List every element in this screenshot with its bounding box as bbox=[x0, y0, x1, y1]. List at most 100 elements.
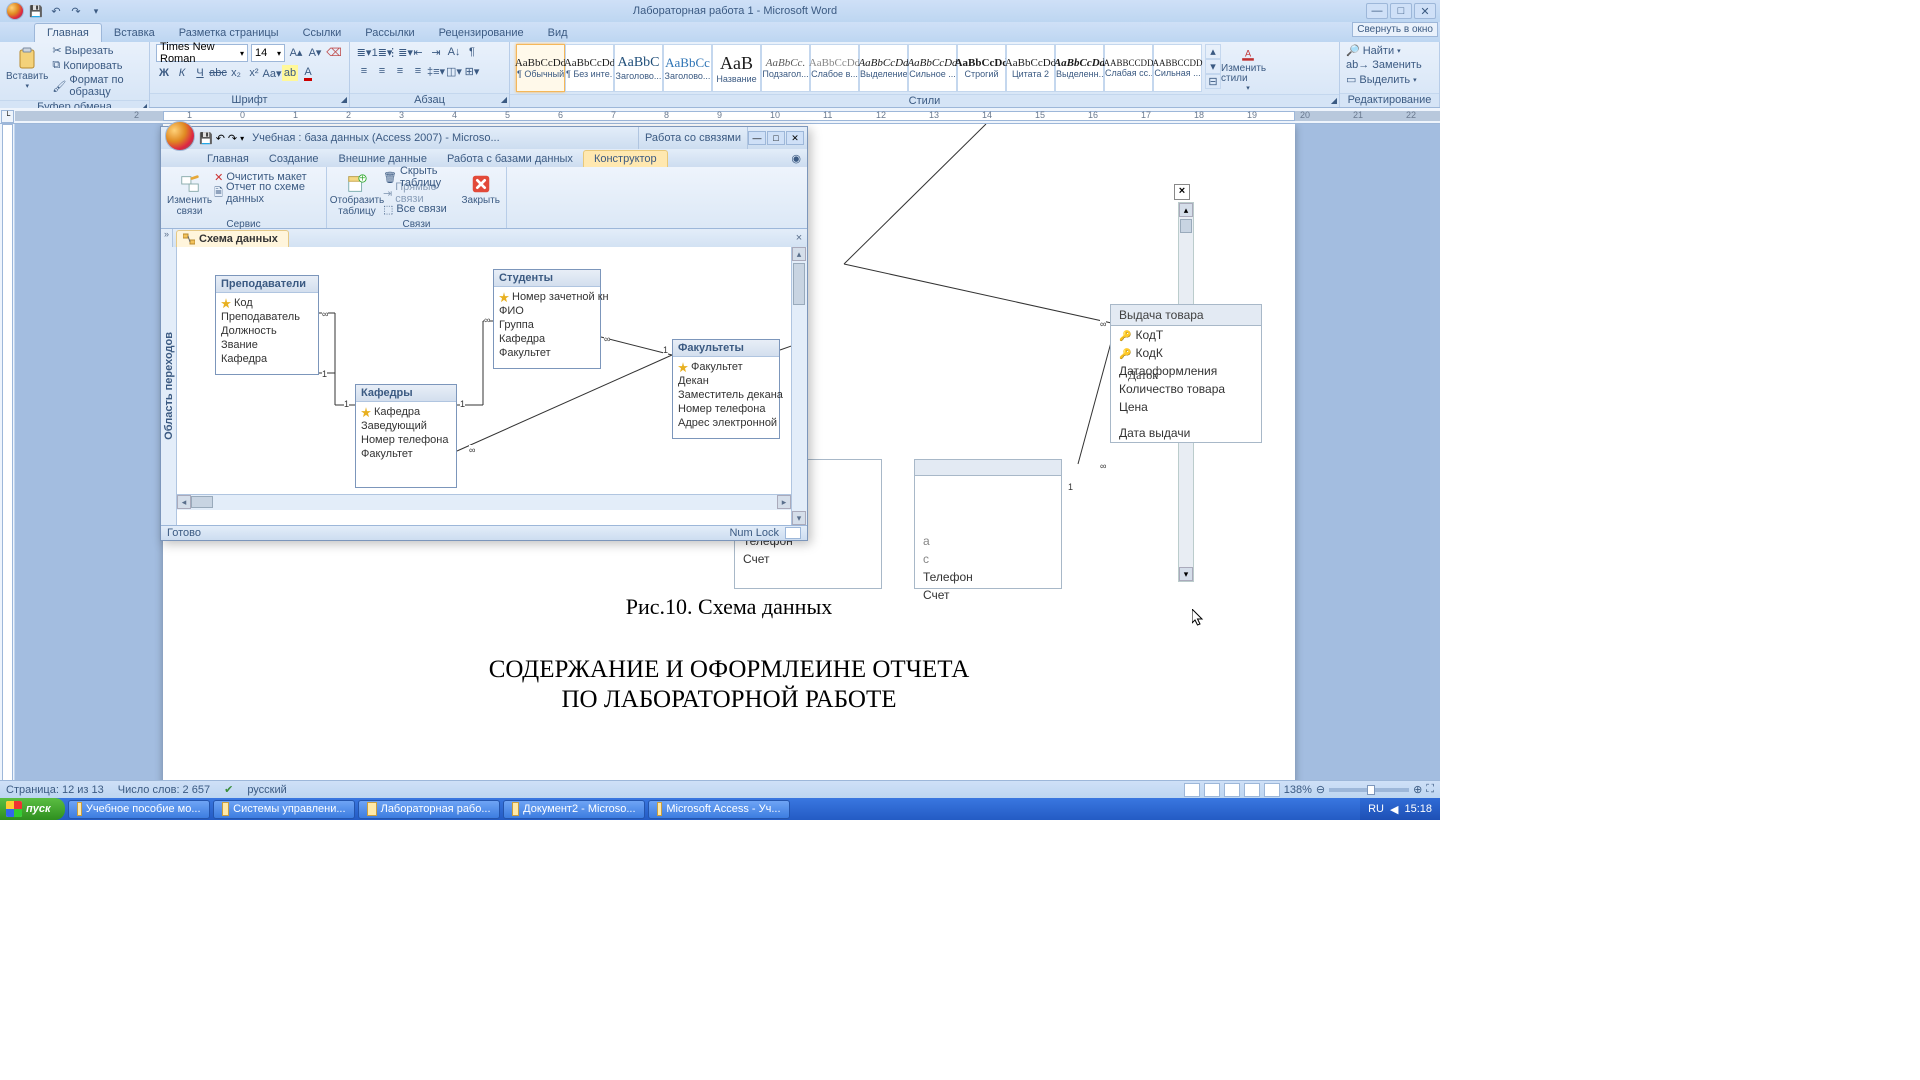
style-item[interactable]: AaBbCcDdСильное ... bbox=[908, 44, 957, 92]
bold-icon[interactable]: Ж bbox=[156, 65, 172, 81]
tab-home[interactable]: Главная bbox=[34, 23, 102, 42]
subscript-icon[interactable]: x₂ bbox=[228, 65, 244, 81]
style-item[interactable]: AaBbCcDdВыделенн... bbox=[1055, 44, 1104, 92]
zoom-knob[interactable] bbox=[1367, 785, 1375, 795]
tab-page-layout[interactable]: Разметка страницы bbox=[167, 24, 291, 42]
restore-to-window-button[interactable]: Свернуть в окно bbox=[1352, 22, 1438, 37]
paste-dropdown-icon[interactable]: ▾ bbox=[25, 82, 29, 90]
table-field[interactable]: Должность bbox=[221, 324, 313, 338]
word-close-button[interactable]: ✕ bbox=[1414, 3, 1436, 19]
edit-relationships-button[interactable]: Изменить связи bbox=[167, 169, 212, 217]
line-spacing-icon[interactable]: ‡≡▾ bbox=[428, 63, 444, 79]
horizontal-ruler[interactable]: 21012345678910111213141516171819202122 bbox=[0, 108, 1440, 124]
qat-redo-icon[interactable]: ↷ bbox=[68, 3, 84, 19]
tab-selector-icon[interactable]: └ bbox=[1, 110, 14, 123]
borders-icon[interactable]: ⊞▾ bbox=[464, 63, 480, 79]
taskbar-item[interactable]: Учебное пособие мо... bbox=[68, 800, 210, 819]
relationships-canvas[interactable]: ПреподавателиКодПреподавательДолжностьЗв… bbox=[177, 247, 791, 525]
tab-references[interactable]: Ссылки bbox=[291, 24, 354, 42]
tray-lang[interactable]: RU bbox=[1368, 803, 1384, 815]
view-outline-icon[interactable] bbox=[1244, 783, 1260, 797]
table-field[interactable]: Кафедра bbox=[361, 405, 451, 419]
table-students[interactable]: СтудентыНомер зачетной кнФИОГруппаКафедр… bbox=[493, 269, 601, 369]
style-item[interactable]: AaBbCcDd¶ Обычный bbox=[516, 44, 565, 92]
access-help-icon[interactable]: ◉ bbox=[785, 150, 807, 167]
start-button[interactable]: пуск bbox=[0, 798, 65, 820]
table-field[interactable]: Группа bbox=[499, 318, 595, 332]
superscript-icon[interactable]: x² bbox=[246, 65, 262, 81]
table-field[interactable]: ФИО bbox=[499, 304, 595, 318]
qat-undo-icon[interactable]: ↶ bbox=[48, 3, 64, 19]
copy-button[interactable]: ⧉Копировать bbox=[52, 59, 143, 72]
styles-scroll-down-icon[interactable]: ▾ bbox=[1205, 59, 1221, 74]
style-item[interactable]: AaBbCcЗаголово... bbox=[663, 44, 712, 92]
status-zoom[interactable]: 138% bbox=[1284, 784, 1312, 796]
styles-launcher-icon[interactable]: ◢ bbox=[1331, 96, 1337, 105]
taskbar-item[interactable]: Лабораторная рабо... bbox=[358, 800, 500, 819]
table-field[interactable]: Номер телефона bbox=[678, 402, 774, 416]
table-depts[interactable]: КафедрыКафедраЗаведующийНомер телефонаФа… bbox=[355, 384, 457, 488]
access-qat-undo-icon[interactable]: ↶ bbox=[216, 132, 225, 145]
style-item[interactable]: AaBbCc.Подзагол... bbox=[761, 44, 810, 92]
style-item[interactable]: AaBНазвание bbox=[712, 44, 761, 92]
table-field[interactable]: Кафедра bbox=[499, 332, 595, 346]
access-qat-redo-icon[interactable]: ↷ bbox=[228, 132, 237, 145]
multilevel-icon[interactable]: ⋮≣▾ bbox=[392, 44, 408, 60]
view-switch-icon[interactable] bbox=[785, 527, 801, 539]
table-field[interactable]: Факультет bbox=[361, 447, 451, 461]
clear-format-icon[interactable]: ⌫ bbox=[326, 44, 342, 60]
style-item[interactable]: AABBCCDDСлабая сс... bbox=[1104, 44, 1153, 92]
access-close-button[interactable]: ✕ bbox=[786, 131, 804, 145]
underline-icon[interactable]: Ч bbox=[192, 65, 208, 81]
status-words[interactable]: Число слов: 2 657 bbox=[118, 784, 210, 796]
access-tab-create[interactable]: Создание bbox=[259, 151, 329, 167]
font-color-icon[interactable]: A bbox=[300, 65, 316, 81]
proofing-icon[interactable]: ✔ bbox=[224, 783, 233, 796]
show-marks-icon[interactable]: ¶ bbox=[464, 44, 480, 60]
view-fullscreen-icon[interactable] bbox=[1204, 783, 1220, 797]
format-painter-button[interactable]: 🖌Формат по образцу bbox=[52, 74, 143, 98]
view-draft-icon[interactable] bbox=[1264, 783, 1280, 797]
align-right-icon[interactable]: ≡ bbox=[392, 63, 408, 79]
grow-font-icon[interactable]: A▴ bbox=[288, 44, 304, 60]
schema-report-button[interactable]: 🗎Отчет по схеме данных bbox=[214, 185, 320, 201]
tray-icon[interactable]: ◀ bbox=[1390, 803, 1398, 816]
styles-more-icon[interactable]: ⊟ bbox=[1205, 74, 1221, 89]
scroll-up-icon[interactable]: ▴ bbox=[792, 247, 806, 261]
change-styles-button[interactable]: A Изменить стили ▾ bbox=[1221, 44, 1275, 92]
shading-icon[interactable]: ◫▾ bbox=[446, 63, 462, 79]
qat-save-icon[interactable]: 💾 bbox=[28, 3, 44, 19]
style-item[interactable]: AaBbCcDd¶ Без инте... bbox=[565, 44, 614, 92]
access-qat-save-icon[interactable]: 💾 bbox=[199, 132, 213, 145]
table-field[interactable]: Номер зачетной кн bbox=[499, 290, 595, 304]
style-item[interactable]: AABBCCDDСильная ... bbox=[1153, 44, 1202, 92]
access-office-button[interactable] bbox=[165, 121, 195, 151]
highlight-icon[interactable]: ab bbox=[282, 65, 298, 81]
zoom-out-button[interactable]: ⊖ bbox=[1316, 783, 1325, 796]
zoom-fit-icon[interactable]: ⛶ bbox=[1426, 783, 1434, 796]
table-teachers[interactable]: ПреподавателиКодПреподавательДолжностьЗв… bbox=[215, 275, 319, 375]
canvas-scroll-v[interactable]: ▴ ▾ bbox=[791, 247, 807, 525]
paste-button[interactable]: Вставить ▾ bbox=[6, 44, 48, 92]
table-field[interactable]: Звание bbox=[221, 338, 313, 352]
scroll-down-icon[interactable]: ▾ bbox=[792, 511, 806, 525]
nav-pane-toggle[interactable]: » bbox=[161, 229, 173, 247]
table-field[interactable]: Номер телефона bbox=[361, 433, 451, 447]
font-launcher-icon[interactable]: ◢ bbox=[341, 95, 347, 104]
inc-indent-icon[interactable]: ⇥ bbox=[428, 44, 444, 60]
justify-icon[interactable]: ≡ bbox=[410, 63, 426, 79]
styles-scroll-up-icon[interactable]: ▴ bbox=[1205, 44, 1221, 59]
access-tab-constructor[interactable]: Конструктор bbox=[583, 150, 668, 167]
close-schema-button[interactable]: Закрыть bbox=[461, 169, 500, 206]
change-case-icon[interactable]: Aa▾ bbox=[264, 65, 280, 81]
vertical-ruler[interactable]: └ bbox=[0, 124, 15, 798]
nav-pane-collapsed[interactable]: Область переходов bbox=[161, 247, 177, 525]
scroll-h-thumb[interactable] bbox=[191, 496, 213, 508]
replace-button[interactable]: ab→Заменить bbox=[1346, 59, 1422, 71]
taskbar-item[interactable]: Microsoft Access - Уч... bbox=[648, 800, 790, 819]
italic-icon[interactable]: К bbox=[174, 65, 190, 81]
para-launcher-icon[interactable]: ◢ bbox=[501, 95, 507, 104]
table-field[interactable]: Адрес электронной bbox=[678, 416, 774, 430]
tab-view[interactable]: Вид bbox=[536, 24, 580, 42]
table-field[interactable]: Декан bbox=[678, 374, 774, 388]
